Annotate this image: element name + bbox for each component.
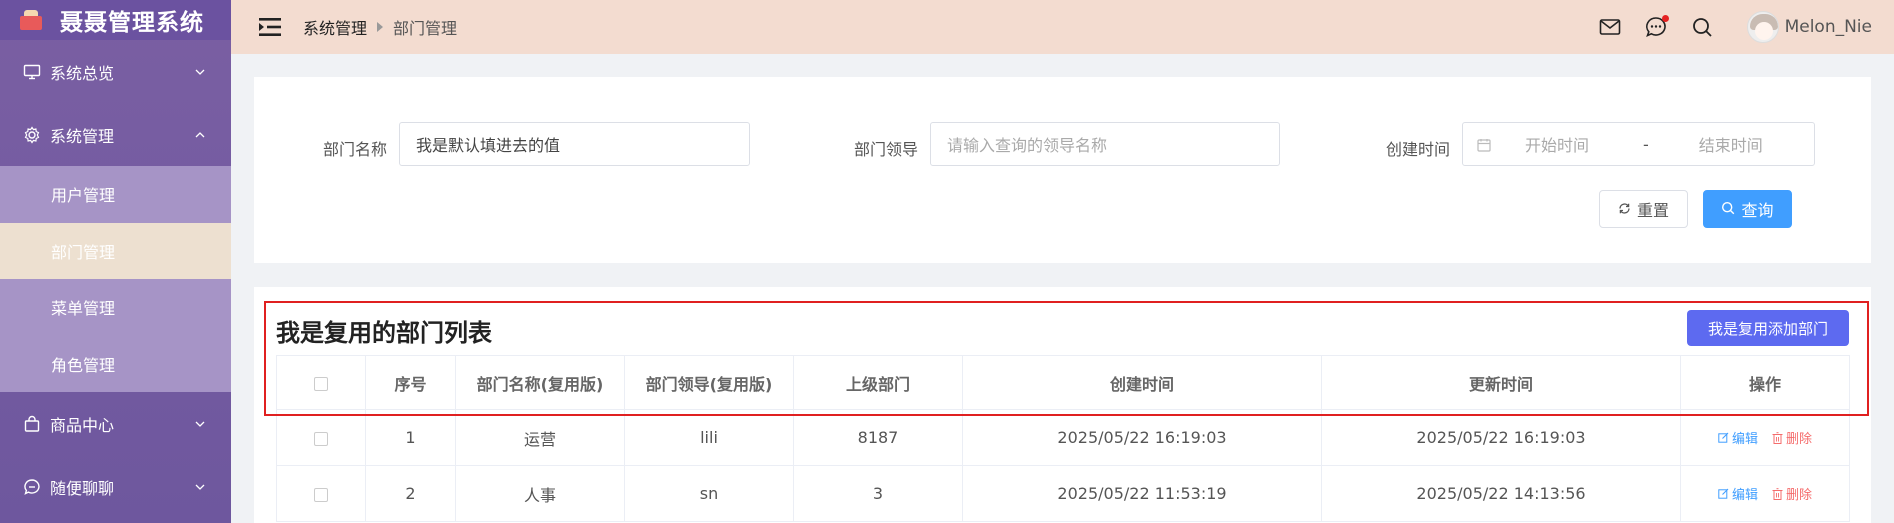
- cell-name: 运营: [455, 409, 625, 466]
- breadcrumb-item-department: 部门管理: [393, 19, 458, 38]
- cell-index: 2: [365, 465, 456, 522]
- avatar: [1746, 11, 1779, 43]
- leader-input[interactable]: 请输入查询的领导名称: [930, 122, 1280, 166]
- sidebar-item-label: 系统管理: [50, 126, 115, 146]
- chevron-up-icon: [193, 128, 207, 142]
- sidebar-item-users[interactable]: 用户管理: [0, 166, 231, 223]
- delete-label: 删除: [1786, 432, 1813, 447]
- menu-collapse-icon[interactable]: [257, 16, 283, 38]
- leader-label: 部门领导: [854, 140, 919, 159]
- cell-parent: 3: [793, 465, 963, 522]
- query-button[interactable]: 查询: [1703, 190, 1792, 228]
- breadcrumb-separator-icon: [377, 22, 384, 32]
- breadcrumb: 系统管理 部门管理: [303, 15, 457, 39]
- header-actions: Melon_Nie: [1597, 0, 1872, 54]
- message-icon[interactable]: [1643, 14, 1669, 40]
- sidebar-item-menus[interactable]: 菜单管理: [0, 279, 231, 336]
- search-icon: [1721, 200, 1735, 219]
- cell-leader: sn: [624, 465, 794, 522]
- reset-label: 重置: [1636, 201, 1669, 220]
- sidebar: 聂聂管理系统 系统总览 系统管理 用户管理 部门管理 菜单管理 角色管理 商品中…: [0, 0, 231, 523]
- column-header: 上级部门: [793, 355, 963, 410]
- table-row: 1 运营 lili 8187 2025/05/22 16:19:03 2025/…: [276, 409, 1850, 466]
- cell-created: 2025/05/22 16:19:03: [962, 409, 1322, 466]
- chevron-down-icon: [193, 65, 207, 79]
- query-label: 查询: [1741, 201, 1774, 220]
- chat-bubble-icon: [22, 477, 42, 497]
- chevron-down-icon: [193, 417, 207, 431]
- column-header: 操作: [1680, 355, 1850, 410]
- sidebar-item-departments[interactable]: 部门管理: [0, 222, 231, 279]
- range-separator: -: [1643, 134, 1649, 154]
- gear-icon: [22, 125, 42, 145]
- column-header: 部门领导(复用版): [624, 355, 794, 410]
- top-header: 系统管理 部门管理 Melon_Nie: [231, 0, 1894, 54]
- calendar-icon: [1477, 137, 1491, 152]
- cell-name: 人事: [455, 465, 625, 522]
- table-header-row: 序号 部门名称(复用版) 部门领导(复用版) 上级部门 创建时间 更新时间 操作: [276, 355, 1850, 410]
- column-header: 序号: [365, 355, 456, 410]
- search-icon[interactable]: [1689, 14, 1715, 40]
- cell-created: 2025/05/22 11:53:19: [962, 465, 1322, 522]
- edit-label: 编辑: [1731, 432, 1758, 447]
- cell-parent: 8187: [793, 409, 963, 466]
- submenu-system: 用户管理 部门管理 菜单管理 角色管理: [0, 166, 231, 392]
- column-header: 更新时间: [1321, 355, 1681, 410]
- cell-leader: lili: [624, 409, 794, 466]
- breadcrumb-item-system[interactable]: 系统管理: [303, 15, 367, 39]
- app-title: 聂聂管理系统: [60, 10, 204, 36]
- delete-button[interactable]: 删除: [1772, 428, 1812, 447]
- trash-icon: [1772, 487, 1783, 500]
- sidebar-item-overview[interactable]: 系统总览: [0, 40, 231, 103]
- sidebar-item-system[interactable]: 系统管理: [0, 103, 231, 166]
- column-header: 创建时间: [962, 355, 1322, 410]
- search-panel: 部门名称 我是默认填进去的值 部门领导 请输入查询的领导名称 创建时间 开始时间…: [254, 77, 1871, 263]
- notification-dot: [1661, 15, 1669, 22]
- cell-updated: 2025/05/22 14:13:56: [1321, 465, 1681, 522]
- table-title: 我是复用的部门列表: [276, 319, 492, 347]
- refresh-icon: [1618, 200, 1631, 219]
- create-time-label: 创建时间: [1386, 140, 1451, 159]
- row-checkbox[interactable]: [314, 487, 328, 502]
- cell-index: 1: [365, 409, 456, 466]
- cell-updated: 2025/05/22 16:19:03: [1321, 409, 1681, 466]
- end-time-input[interactable]: 结束时间: [1699, 132, 1763, 156]
- reset-button[interactable]: 重置: [1599, 190, 1688, 228]
- row-checkbox[interactable]: [314, 431, 328, 446]
- column-header: 部门名称(复用版): [455, 355, 625, 410]
- user-menu[interactable]: Melon_Nie: [1746, 11, 1872, 43]
- sidebar-item-label: 系统总览: [50, 63, 115, 83]
- add-department-button[interactable]: 我是复用添加部门: [1687, 310, 1849, 346]
- dept-name-input[interactable]: 我是默认填进去的值: [399, 122, 750, 166]
- brand[interactable]: 聂聂管理系统: [0, 0, 231, 40]
- sidebar-item-roles[interactable]: 角色管理: [0, 336, 231, 393]
- select-all-checkbox[interactable]: [314, 376, 328, 391]
- trash-icon: [1772, 431, 1783, 444]
- edit-button[interactable]: 编辑: [1718, 428, 1758, 447]
- edit-label: 编辑: [1731, 488, 1758, 503]
- dept-name-label: 部门名称: [323, 140, 388, 159]
- create-time-range-picker[interactable]: 开始时间 - 结束时间: [1462, 122, 1815, 166]
- mail-icon[interactable]: [1597, 14, 1623, 40]
- sidebar-item-chat[interactable]: 随便聊聊: [0, 455, 231, 518]
- logo-icon: [20, 10, 46, 30]
- edit-icon: [1718, 432, 1729, 443]
- chevron-down-icon: [193, 480, 207, 494]
- edit-icon: [1718, 488, 1729, 499]
- username: Melon_Nie: [1784, 17, 1872, 37]
- edit-button[interactable]: 编辑: [1718, 484, 1758, 503]
- department-table-panel: 我是复用的部门列表 我是复用添加部门 序号 部门名称(复用版) 部门领导(复用版…: [254, 287, 1871, 523]
- select-all-checkbox-cell: [276, 355, 366, 410]
- sidebar-item-label: 商品中心: [50, 415, 115, 435]
- shopping-bag-icon: [22, 414, 42, 434]
- delete-button[interactable]: 删除: [1772, 484, 1812, 503]
- monitor-icon: [22, 62, 42, 82]
- delete-label: 删除: [1786, 488, 1813, 503]
- table-row: 2 人事 sn 3 2025/05/22 11:53:19 2025/05/22…: [276, 465, 1850, 522]
- sidebar-item-products[interactable]: 商品中心: [0, 392, 231, 455]
- start-time-input[interactable]: 开始时间: [1525, 132, 1589, 156]
- sidebar-item-label: 随便聊聊: [50, 478, 115, 498]
- department-table: 序号 部门名称(复用版) 部门领导(复用版) 上级部门 创建时间 更新时间 操作…: [276, 355, 1850, 522]
